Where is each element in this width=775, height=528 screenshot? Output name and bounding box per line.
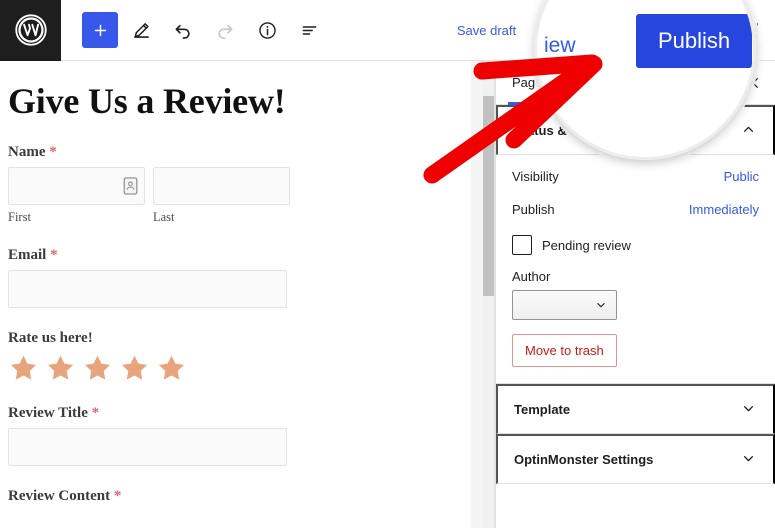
save-draft-button[interactable]: Save draft <box>449 17 524 44</box>
info-icon <box>258 21 276 39</box>
field-label-rating: Rate us here! <box>8 330 475 347</box>
star-icon[interactable] <box>156 353 187 383</box>
visibility-value-button[interactable]: Public <box>724 169 759 184</box>
field-label-review-title: Review Title * <box>8 405 475 422</box>
redo-icon <box>218 24 233 39</box>
chevron-down-icon <box>597 302 605 308</box>
row-publish: Publish Immediately <box>512 202 759 217</box>
author-label: Author <box>512 269 551 284</box>
star-icon[interactable] <box>119 353 150 383</box>
details-button[interactable] <box>248 11 286 49</box>
name-last-column: Last <box>153 167 290 225</box>
edit-mode-button[interactable] <box>122 11 160 49</box>
scrollbar-thumb[interactable] <box>483 96 494 296</box>
list-view-button[interactable] <box>290 11 328 49</box>
form-field-name: Name * First Last <box>8 144 475 225</box>
wordpress-logo-button[interactable] <box>0 0 61 61</box>
panel-header-optinmonster-settings[interactable]: OptinMonster Settings <box>496 434 775 484</box>
last-name-caption: Last <box>153 210 175 224</box>
name-row: First Last <box>8 167 475 225</box>
field-label-text: Email <box>8 247 47 263</box>
field-label-text: Review Title <box>8 405 88 421</box>
first-name-caption: First <box>8 210 31 224</box>
outline-icon <box>302 25 316 35</box>
page-title[interactable]: Give Us a Review! <box>8 80 475 122</box>
review-title-input[interactable] <box>8 428 287 466</box>
field-label-name: Name * <box>8 144 475 161</box>
star-icon[interactable] <box>82 353 113 383</box>
panel-title: Template <box>514 402 571 417</box>
required-marker: * <box>50 247 58 263</box>
star-icon[interactable] <box>45 353 76 383</box>
chevron-down-icon <box>740 400 757 420</box>
add-block-button[interactable] <box>82 12 118 48</box>
required-marker: * <box>91 405 100 421</box>
name-first-column: First <box>8 167 145 225</box>
row-visibility: Visibility Public <box>512 169 759 184</box>
magnified-preview-label: iew <box>544 34 576 57</box>
panel-title: OptinMonster Settings <box>514 452 654 467</box>
row-label: Publish <box>512 202 555 217</box>
pencil-icon <box>133 22 149 38</box>
pending-review-row: Pending review <box>512 235 759 255</box>
first-name-input[interactable] <box>8 167 145 205</box>
panel-header-template[interactable]: Template <box>496 384 775 434</box>
move-to-trash-button[interactable]: Move to trash <box>512 334 617 367</box>
pending-review-checkbox[interactable] <box>512 235 532 255</box>
email-input[interactable] <box>8 270 287 308</box>
editor-canvas[interactable]: Give Us a Review! Name * First Last Emai… <box>0 61 483 528</box>
row-label: Visibility <box>512 169 559 184</box>
wordpress-editor-screen: Save draft Preview Publish Give Us a Rev… <box>0 0 775 528</box>
pending-review-label: Pending review <box>542 237 631 253</box>
magnifier-lens: iew Publish <box>534 0 756 160</box>
magnified-publish-button[interactable]: Publish <box>636 14 753 68</box>
field-label-text: Name <box>8 144 46 160</box>
form-field-email: Email * <box>8 247 475 308</box>
star-icon[interactable] <box>8 353 39 383</box>
plus-icon <box>94 24 106 36</box>
publish-date-button[interactable]: Immediately <box>689 202 759 217</box>
panel-body-status-visibility: Visibility Public Publish Immediately Pe… <box>496 155 775 384</box>
field-label-text: Review Content <box>8 488 111 504</box>
wordpress-icon <box>14 14 47 46</box>
required-marker: * <box>49 144 57 160</box>
chevron-down-icon <box>740 450 757 470</box>
contact-card-icon[interactable] <box>123 177 138 195</box>
field-label-text: Rate us here! <box>8 330 93 346</box>
undo-icon <box>175 24 190 39</box>
star-rating[interactable] <box>8 353 475 383</box>
form-field-review-title: Review Title * <box>8 405 475 466</box>
form-field-review-content: Review Content * <box>8 488 475 505</box>
magnifier-content: iew Publish <box>534 0 756 160</box>
redo-button[interactable] <box>206 11 244 49</box>
field-label-review-content: Review Content * <box>8 488 475 505</box>
last-name-input[interactable] <box>153 167 290 205</box>
author-select[interactable] <box>512 290 617 320</box>
toolbar-tools <box>82 11 328 49</box>
field-label-email: Email * <box>8 247 475 264</box>
required-marker: * <box>113 488 122 504</box>
undo-button[interactable] <box>164 11 202 49</box>
form-field-rating: Rate us here! <box>8 330 475 383</box>
